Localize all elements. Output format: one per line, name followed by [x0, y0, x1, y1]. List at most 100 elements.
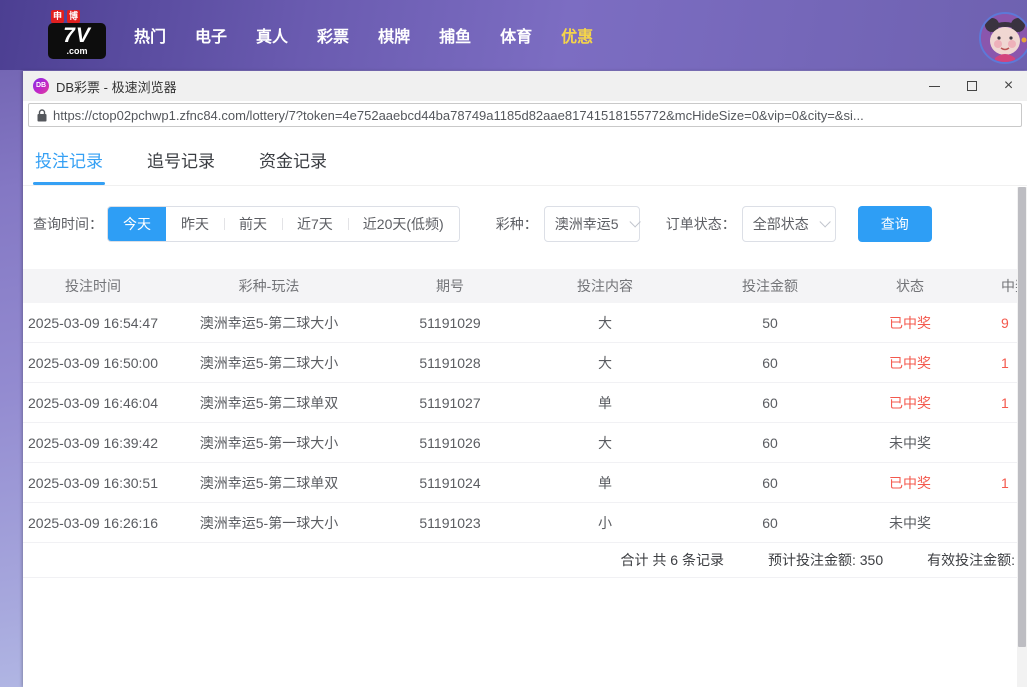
issue-number-cell: 51191029	[375, 315, 525, 331]
status-select-value: 全部状态	[753, 214, 809, 234]
page-content: 投注记录 追号记录 资金记录 查询时间： 今天昨天前天近7天近20天(低频) 彩种：…	[23, 129, 1027, 687]
column-header: 状态	[855, 276, 965, 296]
table-row: 2025-03-09 16:30:51澳洲幸运5-第二球单双51191024单6…	[23, 463, 1027, 503]
nav-item-捕鱼[interactable]: 捕鱼	[439, 23, 471, 47]
bet-amount-cell: 60	[685, 395, 855, 411]
logo-suffix: .com	[48, 47, 106, 56]
window-title-bar: DB DB彩票 - 极速浏览器 ×	[23, 71, 1027, 101]
query-button[interactable]: 查询	[858, 206, 932, 242]
bet-time-cell: 2025-03-09 16:30:51	[23, 475, 163, 491]
status-badge: 已中奖	[855, 473, 965, 493]
status-badge: 未中奖	[855, 433, 965, 453]
bet-time-cell: 2025-03-09 16:39:42	[23, 435, 163, 451]
filter-bar: 查询时间： 今天昨天前天近7天近20天(低频) 彩种： 澳洲幸运5 订单状态： …	[33, 206, 1027, 242]
window-controls: ×	[916, 71, 1027, 101]
game-play-cell: 澳洲幸运5-第二球单双	[163, 393, 375, 413]
summary-valid-amount: 有效投注金额:	[927, 550, 1015, 570]
bet-amount-cell: 60	[685, 435, 855, 451]
bet-time-cell: 2025-03-09 16:46:04	[23, 395, 163, 411]
nav-item-棋牌[interactable]: 棋牌	[378, 23, 410, 47]
app-icon: DB	[33, 78, 49, 94]
maximize-button[interactable]	[953, 71, 990, 101]
vertical-scrollbar[interactable]	[1017, 187, 1027, 687]
time-option-近7天[interactable]: 近7天	[282, 207, 348, 241]
table-row: 2025-03-09 16:39:42澳洲幸运5-第一球大小51191026大6…	[23, 423, 1027, 463]
address-input[interactable]: https://ctop02pchwp1.zfnc84.com/lottery/…	[28, 103, 1022, 127]
bet-content-cell: 大	[525, 433, 685, 453]
url-bar: https://ctop02pchwp1.zfnc84.com/lottery/…	[23, 101, 1027, 129]
url-text: https://ctop02pchwp1.zfnc84.com/lottery/…	[53, 108, 864, 123]
nav-item-体育[interactable]: 体育	[500, 23, 532, 47]
minimize-button[interactable]	[916, 71, 953, 101]
logo-box: 7V .com	[48, 23, 106, 59]
chevron-down-icon	[819, 216, 830, 227]
bet-content-cell: 单	[525, 473, 685, 493]
bet-time-cell: 2025-03-09 16:26:16	[23, 515, 163, 531]
table-summary-row: 合计 共 6 条记录 预计投注金额: 350 有效投注金额:	[23, 543, 1027, 578]
logo-badge-right: 博	[67, 10, 80, 23]
nav-item-彩票[interactable]: 彩票	[317, 23, 349, 47]
time-option-今天[interactable]: 今天	[108, 207, 166, 241]
logo-badges: 申 博	[51, 10, 80, 23]
site-logo[interactable]: 申 博 7V .com	[48, 12, 106, 59]
order-status-select[interactable]: 全部状态	[742, 206, 836, 242]
table-header-row: 投注时间彩种-玩法期号投注内容投注金额状态中奖金额	[23, 269, 1027, 303]
issue-number-cell: 51191028	[375, 355, 525, 371]
game-play-cell: 澳洲幸运5-第二球单双	[163, 473, 375, 493]
bet-amount-cell: 60	[685, 355, 855, 371]
close-icon: ×	[1004, 78, 1013, 94]
status-badge: 已中奖	[855, 393, 965, 413]
time-option-前天[interactable]: 前天	[224, 207, 282, 241]
nav-item-热门[interactable]: 热门	[134, 23, 166, 47]
time-option-昨天[interactable]: 昨天	[166, 207, 224, 241]
tab-资金记录[interactable]: 资金记录	[259, 147, 327, 185]
status-badge: 已中奖	[855, 313, 965, 333]
minimize-icon	[929, 86, 940, 87]
active-tab-underline	[33, 182, 105, 185]
logo-badge-left: 申	[51, 10, 64, 23]
table-body: 2025-03-09 16:54:47澳洲幸运5-第二球大小51191029大5…	[23, 303, 1027, 543]
bet-content-cell: 大	[525, 313, 685, 333]
window-title: DB彩票 - 极速浏览器	[56, 77, 916, 96]
column-header: 投注内容	[525, 276, 685, 296]
game-play-cell: 澳洲幸运5-第二球大小	[163, 313, 375, 333]
chevron-down-icon	[629, 216, 640, 227]
nav-item-真人[interactable]: 真人	[256, 23, 288, 47]
nav-item-电子[interactable]: 电子	[195, 23, 227, 47]
close-button[interactable]: ×	[990, 71, 1027, 101]
column-header: 期号	[375, 276, 525, 296]
avatar-image	[981, 14, 1027, 62]
lottery-select-value: 澳洲幸运5	[555, 214, 619, 234]
issue-number-cell: 51191023	[375, 515, 525, 531]
time-option-近20天(低频)[interactable]: 近20天(低频)	[348, 207, 459, 241]
bet-content-cell: 大	[525, 353, 685, 373]
nav-item-优惠[interactable]: 优惠	[561, 23, 593, 47]
browser-window: DB DB彩票 - 极速浏览器 × https://ctop02pchwp1.z…	[23, 71, 1027, 687]
maximize-icon	[967, 81, 977, 91]
issue-number-cell: 51191026	[375, 435, 525, 451]
column-header: 彩种-玩法	[163, 276, 375, 296]
table-row: 2025-03-09 16:50:00澳洲幸运5-第二球大小51191028大6…	[23, 343, 1027, 383]
bet-amount-cell: 50	[685, 315, 855, 331]
avatar[interactable]	[979, 12, 1027, 64]
site-nav: 申 博 7V .com 热门 电子 真人 彩票 棋牌 捕鱼 体育 优惠	[0, 0, 1027, 70]
status-badge: 未中奖	[855, 513, 965, 533]
status-filter-label: 订单状态：	[666, 214, 736, 234]
bet-content-cell: 小	[525, 513, 685, 533]
lottery-select[interactable]: 澳洲幸运5	[544, 206, 640, 242]
summary-expected-amount: 预计投注金额: 350	[768, 550, 883, 570]
bet-amount-cell: 60	[685, 475, 855, 491]
scrollbar-thumb[interactable]	[1018, 187, 1026, 647]
lottery-filter-label: 彩种：	[496, 214, 538, 234]
bet-time-cell: 2025-03-09 16:50:00	[23, 355, 163, 371]
table-row: 2025-03-09 16:54:47澳洲幸运5-第二球大小51191029大5…	[23, 303, 1027, 343]
issue-number-cell: 51191027	[375, 395, 525, 411]
table-row: 2025-03-09 16:26:16澳洲幸运5-第一球大小51191023小6…	[23, 503, 1027, 543]
tab-追号记录[interactable]: 追号记录	[147, 147, 215, 185]
tab-投注记录[interactable]: 投注记录	[35, 147, 103, 185]
issue-number-cell: 51191024	[375, 475, 525, 491]
game-play-cell: 澳洲幸运5-第一球大小	[163, 513, 375, 533]
game-play-cell: 澳洲幸运5-第一球大小	[163, 433, 375, 453]
time-range-group: 今天昨天前天近7天近20天(低频)	[107, 206, 460, 242]
bet-time-cell: 2025-03-09 16:54:47	[23, 315, 163, 331]
